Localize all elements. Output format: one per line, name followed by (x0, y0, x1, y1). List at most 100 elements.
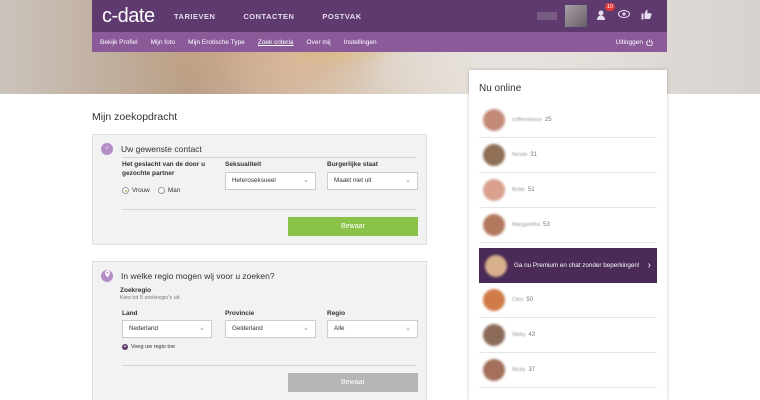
user-age: 37 (528, 367, 536, 373)
select-value: Alle (334, 325, 345, 332)
avatar (483, 359, 505, 381)
online-panel: Nu online coffeedance 25 Nicole 31 Bebe … (469, 70, 667, 400)
user-age: 31 (530, 152, 537, 158)
user-name: coffeedance (512, 117, 542, 123)
sub-nav: Bekijk Profiel Mijn foto Mijn Erotische … (92, 32, 667, 52)
select-value: Nederland (129, 325, 159, 332)
nav-postvak[interactable]: POSTVAK (322, 12, 361, 21)
avatar (483, 144, 505, 166)
user-age: 25 (544, 117, 552, 123)
online-title: Nu online (479, 83, 522, 94)
divider (122, 157, 416, 158)
user-name: Bebe (512, 187, 525, 193)
status-select[interactable]: Maakt niet uit ⌄ (327, 172, 418, 190)
user-name: Margaretha (512, 222, 541, 228)
heart-icon: ♂ (101, 143, 113, 155)
add-region-label: Voeg uw regio toe (131, 344, 176, 350)
avatar (483, 289, 505, 311)
power-icon (646, 38, 653, 46)
avatar[interactable] (565, 5, 587, 27)
chevron-right-icon: › (647, 260, 651, 271)
avatar (483, 214, 505, 236)
chevron-down-icon: ⌄ (303, 325, 309, 332)
divider (122, 365, 416, 366)
nav-contacten[interactable]: CONTACTEN (243, 12, 294, 21)
avatar (483, 324, 505, 346)
chevron-down-icon: ⌄ (405, 177, 411, 184)
online-user[interactable]: Bebe 51 (479, 173, 657, 208)
logout-link[interactable]: Uitloggen (616, 39, 653, 46)
chevron-down-icon: ⌄ (303, 177, 309, 184)
province-label: Provincie (225, 310, 255, 317)
radio-man[interactable]: Man (158, 187, 180, 194)
chevron-down-icon: ⌄ (405, 325, 411, 332)
select-value: Maakt niet uit (334, 177, 372, 184)
subnav-mijn-foto[interactable]: Mijn foto (151, 39, 176, 46)
logo[interactable]: c-date (102, 5, 164, 28)
user-name: Nicole (512, 152, 528, 158)
eye-icon[interactable] (617, 9, 631, 23)
user-age: 51 (527, 187, 535, 193)
page-title: Mijn zoekopdracht (92, 111, 178, 123)
region-hint: Kies tot 5 zoekregio's uit. (120, 295, 181, 301)
save-button[interactable]: Bewaar (288, 217, 418, 236)
subnav-instellingen[interactable]: Instellingen (344, 39, 377, 46)
user-age: 43 (528, 332, 536, 338)
region-card: In welke regio mogen wij voor u zoeken? … (92, 261, 427, 400)
username[interactable] (537, 12, 557, 20)
user-name: Nicky (512, 367, 526, 373)
gender-label: Het geslacht van de door u gezochte part… (122, 161, 206, 177)
save-button[interactable]: Bewaar (288, 373, 418, 392)
user-area: 10 (537, 3, 653, 27)
logout-label: Uitloggen (615, 38, 643, 46)
radio-vrouw[interactable]: Vrouw (122, 187, 150, 194)
user-age: 53 (543, 222, 550, 228)
card-title: Uw gewenste contact (121, 144, 202, 154)
thumbs-up-icon[interactable] (639, 9, 653, 23)
status-label: Burgerlijke staat (327, 161, 378, 168)
region-subtitle: Zoekregio (120, 287, 152, 294)
online-user[interactable]: Nikky 43 (479, 318, 657, 353)
user-age: 50 (526, 297, 533, 303)
contact-preferences-card: ♂ Uw gewenste contact Het geslacht van d… (92, 134, 427, 245)
online-user[interactable]: Nicole 31 (479, 138, 657, 173)
province-select[interactable]: Gelderland ⌄ (225, 320, 316, 338)
user-name: Cleo (512, 297, 524, 303)
subnav-bekijk-profiel[interactable]: Bekijk Profiel (100, 39, 138, 46)
main-nav: TARIEVEN CONTACTEN POSTVAK (174, 12, 390, 21)
top-bar: c-date TARIEVEN CONTACTEN POSTVAK 10 (92, 0, 667, 32)
radio-dot (158, 187, 165, 194)
premium-promo[interactable]: Ga nu Premium en chat zonder beperkingen… (479, 248, 657, 283)
radio-label: Man (168, 187, 181, 194)
nav-tarieven[interactable]: TARIEVEN (174, 12, 215, 21)
plus-icon: + (122, 344, 128, 350)
contacts-icon[interactable]: 10 (595, 3, 615, 23)
subnav-zoek-criteria[interactable]: Zoek criteria (258, 39, 294, 46)
online-user[interactable]: Margaretha 53 (479, 208, 657, 243)
online-user[interactable]: coffeedance 25 (479, 103, 657, 138)
country-label: Land (122, 310, 138, 317)
avatar (483, 109, 505, 131)
avatar (483, 179, 505, 201)
subnav-erotische-type[interactable]: Mijn Erotische Type (188, 39, 245, 46)
regio-select[interactable]: Alle ⌄ (327, 320, 418, 338)
notification-badge: 10 (604, 3, 615, 11)
user-name: Nikky (512, 332, 526, 338)
select-value: Gelderland (232, 325, 263, 332)
online-user[interactable]: Cleo 50 (479, 283, 657, 318)
regio-label: Regio (327, 310, 346, 317)
avatar (485, 254, 507, 277)
chevron-down-icon: ⌄ (199, 325, 205, 332)
subnav-over-mij[interactable]: Over mij (307, 39, 331, 46)
select-value: Heteroseksueel (232, 177, 276, 184)
country-select[interactable]: Nederland ⌄ (122, 320, 212, 338)
sexuality-select[interactable]: Heteroseksueel ⌄ (225, 172, 316, 190)
radio-label: Vrouw (132, 187, 150, 194)
online-user[interactable]: Nicky 37 (479, 353, 657, 388)
promo-text: Ga nu Premium en chat zonder beperkingen… (514, 262, 640, 269)
divider (122, 209, 416, 210)
add-region-link[interactable]: + Voeg uw regio toe (122, 344, 175, 350)
card-title: In welke regio mogen wij voor u zoeken? (121, 271, 275, 281)
radio-dot (122, 187, 129, 194)
sexuality-label: Seksualiteit (225, 161, 262, 168)
